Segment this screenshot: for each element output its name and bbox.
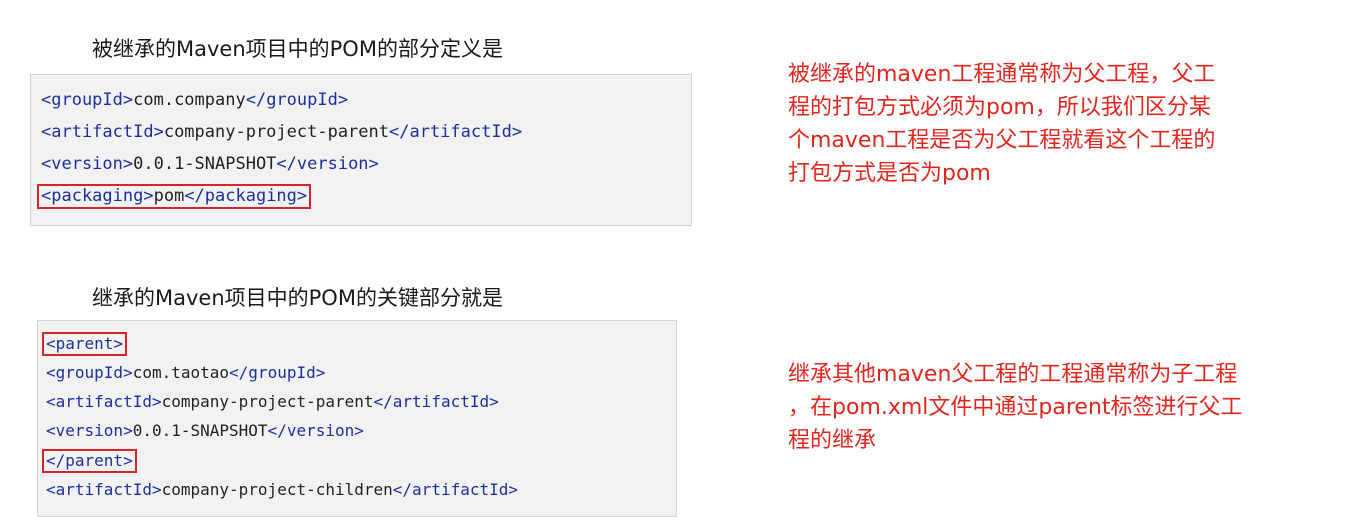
code-line-groupid: <groupId>com.company</groupId>: [41, 92, 348, 109]
code-line-parent-open: <parent>: [41, 332, 128, 356]
parent-project-note: 被继承的maven工程通常称为父工程，父工 程的打包方式必须为pom，所以我们区…: [788, 58, 1308, 190]
xml-close-tag: </packaging>: [184, 186, 308, 206]
note-line: 打包方式是否为pom: [788, 161, 991, 186]
xml-open-tag: <version>: [41, 154, 134, 174]
xml-close-tag: </version>: [276, 154, 379, 174]
section1-heading: 被继承的Maven项目中的POM的部分定义是: [92, 37, 503, 61]
xml-value: com.company: [133, 90, 246, 110]
xml-close-tag: </artifactId>: [373, 392, 499, 411]
xml-value: pom: [153, 186, 185, 206]
xml-value: company-project-parent: [163, 122, 389, 142]
code-line-artifactid: <artifactId>company-project-parent</arti…: [41, 124, 522, 141]
packaging-highlight-box: <packaging>pom</packaging>: [36, 184, 312, 209]
xml-open-tag: <groupId>: [46, 363, 133, 382]
xml-close-tag: </artifactId>: [389, 122, 523, 142]
xml-open-tag: <version>: [46, 421, 133, 440]
child-pom-code-block: <parent> <groupId>com.taotao</groupId> <…: [37, 320, 677, 517]
section2-heading: 继承的Maven项目中的POM的关键部分就是: [92, 286, 503, 310]
xml-value: 0.0.1-SNAPSHOT: [133, 154, 277, 174]
code-line-artifactid: <artifactId>company-project-parent</arti…: [46, 394, 499, 410]
parent-pom-code-block: <groupId>com.company</groupId> <artifact…: [30, 74, 692, 226]
xml-open-tag: <artifactId>: [46, 392, 162, 411]
note-line: 个maven工程是否为父工程就看这个工程的: [788, 128, 1216, 153]
xml-open-tag: <groupId>: [41, 90, 134, 110]
xml-close-tag: </artifactId>: [392, 480, 519, 499]
code-line-groupid: <groupId>com.taotao</groupId>: [46, 365, 325, 381]
note-line: ，在pom.xml文件中通过parent标签进行父工: [788, 395, 1243, 420]
code-line-version: <version>0.0.1-SNAPSHOT</version>: [46, 423, 364, 439]
xml-close-tag: </version>: [267, 421, 364, 440]
code-line-child-artifactid: <artifactId>company-project-children</ar…: [46, 482, 518, 498]
code-line-parent-close: </parent>: [42, 449, 137, 473]
xml-value: company-project-parent: [161, 392, 374, 411]
child-project-note: 继承其他maven父工程的工程通常称为子工程 ，在pom.xml文件中通过par…: [788, 358, 1308, 457]
xml-close-tag: </groupId>: [229, 363, 326, 382]
parent-close-highlight-box: </parent>: [42, 449, 137, 473]
note-line: 继承其他maven父工程的工程通常称为子工程: [788, 362, 1238, 387]
note-line: 程的打包方式必须为pom，所以我们区分某: [788, 95, 1211, 120]
xml-open-tag: <packaging>: [41, 186, 154, 206]
note-line: 被继承的maven工程通常称为父工程，父工: [788, 62, 1216, 87]
xml-open-tag: <artifactId>: [41, 122, 164, 142]
xml-value: 0.0.1-SNAPSHOT: [132, 421, 268, 440]
xml-value: com.taotao: [132, 363, 230, 382]
parent-open-highlight-box: <parent>: [41, 332, 128, 356]
xml-close-tag: </groupId>: [245, 90, 349, 110]
xml-value: company-project-children: [161, 480, 393, 499]
xml-open-tag: <artifactId>: [46, 480, 162, 499]
code-line-packaging: <packaging>pom</packaging>: [36, 184, 312, 209]
code-line-version: <version>0.0.1-SNAPSHOT</version>: [41, 156, 379, 173]
note-line: 程的继承: [788, 428, 877, 453]
